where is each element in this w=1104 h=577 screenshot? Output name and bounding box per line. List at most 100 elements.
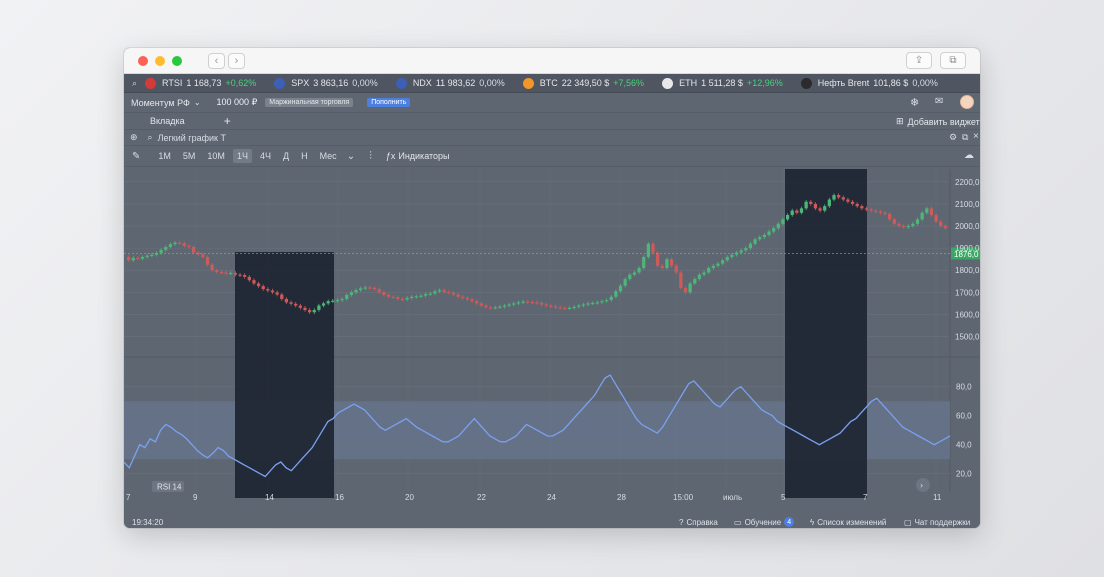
candle-body [883, 212, 887, 214]
candles-type-icon[interactable]: ⫶ [369, 150, 372, 163]
candle-body [521, 301, 525, 303]
snowflake-icon[interactable]: ❄ [910, 96, 919, 109]
learning-label: Обучение [744, 517, 782, 527]
timeframe-button[interactable]: Мес [316, 149, 341, 163]
russia-flag-icon [145, 77, 157, 89]
candle-body [210, 264, 214, 271]
minimize-window-button[interactable] [155, 56, 165, 66]
account-name: Моментум РФ [131, 97, 190, 108]
candle-body [349, 292, 354, 295]
pencil-icon[interactable]: ✎ [132, 151, 140, 162]
candle-body [410, 296, 414, 298]
candle-body [451, 292, 456, 295]
help-button[interactable]: ? Справка [679, 518, 718, 527]
timeframe-button[interactable]: 4Ч [256, 149, 275, 163]
cloud-save-icon[interactable]: ☁ [964, 150, 974, 161]
share-button[interactable]: ⇪ [906, 52, 932, 69]
changelog-label: Список изменений [817, 517, 887, 527]
mail-icon[interactable]: ✉ [935, 96, 943, 107]
ticker-item[interactable]: BTC 22 349,50 $ +7,56% [522, 77, 644, 89]
candle-body [488, 307, 493, 309]
candle-body [173, 242, 177, 245]
widget-search-input[interactable]: Легкий график Т [158, 133, 226, 143]
timeframe-button[interactable]: 5М [179, 149, 200, 163]
candle-body [744, 248, 748, 251]
candle-body [809, 201, 813, 204]
avatar[interactable] [960, 95, 974, 109]
rsi-axis-label: 40,0 [956, 441, 972, 450]
indicators-button[interactable]: ƒx Индикаторы [386, 151, 450, 161]
candle-body [229, 272, 233, 275]
candle-body [168, 244, 173, 248]
widget-settings-icon[interactable]: ⚙ [949, 132, 957, 143]
support-chat-button[interactable]: ▢ Чат поддержки [904, 518, 970, 527]
ticker-name: SPX [291, 78, 310, 88]
ticker-name: ETH [679, 78, 698, 88]
timeframe-button[interactable]: 1М [154, 149, 175, 163]
candle-body [577, 305, 581, 307]
candle-body [799, 208, 804, 213]
widget-link-icon[interactable]: ⊕ [130, 132, 138, 143]
changelog-button[interactable]: ϟ Список изменений [810, 518, 886, 527]
account-selector[interactable]: Моментум РФ ⌄ [131, 98, 201, 108]
candle-body [864, 208, 869, 210]
close-window-button[interactable] [138, 56, 148, 66]
candle-body [516, 302, 521, 304]
candle-body [753, 239, 757, 244]
widget-expand-icon[interactable]: ⧉ [962, 132, 968, 143]
candle-body [238, 274, 242, 276]
margin-trading-badge[interactable]: Маржинальная торговля [265, 98, 354, 107]
candle-body [860, 206, 864, 209]
topup-button[interactable]: Пополнить [367, 98, 411, 107]
candle-body [920, 212, 924, 220]
candle-body [846, 199, 850, 202]
price-chart[interactable]: 1876,02200,02100,02000,01900,01800,01700… [124, 169, 980, 501]
widget-close-icon[interactable]: × [973, 131, 979, 142]
maximize-window-button[interactable] [172, 56, 182, 66]
timeframe-button[interactable]: 1Ч [232, 149, 252, 163]
candle-body [275, 292, 279, 295]
candle-body [400, 298, 405, 301]
candle-body [901, 226, 906, 228]
candle-body [526, 301, 530, 303]
candle-body [502, 305, 507, 307]
tab-workspace[interactable]: Вкладка [150, 116, 185, 126]
candle-body [178, 242, 182, 244]
candle-body [512, 303, 516, 305]
add-widget-button[interactable]: ⊞ Добавить виджет [896, 116, 980, 127]
ticker-item[interactable]: RTSI 1 168,73 +0,62% [145, 77, 256, 89]
candle-body [182, 243, 186, 246]
ticker-item[interactable]: ETH 1 511,28 $ +12,96% [662, 77, 783, 89]
add-tab-button[interactable]: + [224, 114, 231, 128]
add-widget-label: Добавить виджет [907, 116, 980, 127]
trading-app: ⌕ RTSI 1 168,73 +0,62% SPX 3 863,16 0,00% NDX 1… [124, 74, 980, 528]
timeframe-button[interactable]: Д [279, 149, 293, 163]
ticker-strip: ⌕ RTSI 1 168,73 +0,62% SPX 3 863,16 0,00% NDX 1… [124, 74, 980, 93]
forward-button[interactable]: › [228, 53, 245, 69]
tabs-overview-button[interactable]: ⧉ [940, 52, 966, 69]
browser-window: ‹ › ⇪ ⧉ ⌕ RTSI 1 168,73 +0,62% SPX 3 863,16 0… [124, 48, 980, 528]
candle-body [586, 303, 590, 305]
candle-body [424, 294, 428, 296]
timeframe-dropdown-icon[interactable]: ⌄ [347, 151, 355, 162]
search-icon[interactable]: ⌕ [132, 78, 137, 89]
ticker-item[interactable]: Нефть Brent 101,86 $0,00% [800, 77, 938, 89]
candle-body [911, 223, 915, 227]
timeframe-button[interactable]: 10М [203, 149, 229, 163]
candle-body [280, 294, 284, 299]
timeframe-button[interactable]: Н [297, 149, 312, 163]
ticker-item[interactable]: NDX 11 983,62 0,00% [395, 77, 505, 89]
ticker-item[interactable]: SPX 3 863,16 0,00% [274, 77, 378, 89]
chevron-down-icon: ⌄ [193, 98, 201, 107]
chart-toolbar: ✎ 1М 5М 10М 1Ч 4Ч Д Н Мес ⌄ ⫶ ƒx Индикаторы ☁ [124, 146, 980, 167]
learning-button[interactable]: ▭ Обучение 4 [734, 517, 795, 527]
candle-body [484, 305, 488, 308]
candle-body [345, 294, 349, 299]
candle-body [790, 210, 794, 215]
ticker-value: 1 511,28 $ [701, 78, 743, 88]
back-button[interactable]: ‹ [208, 53, 225, 69]
candle-body [730, 254, 734, 257]
candle-body [614, 291, 618, 297]
price-axis-label: 1900,0 [955, 244, 980, 253]
price-axis-label: 2200,0 [955, 178, 980, 187]
